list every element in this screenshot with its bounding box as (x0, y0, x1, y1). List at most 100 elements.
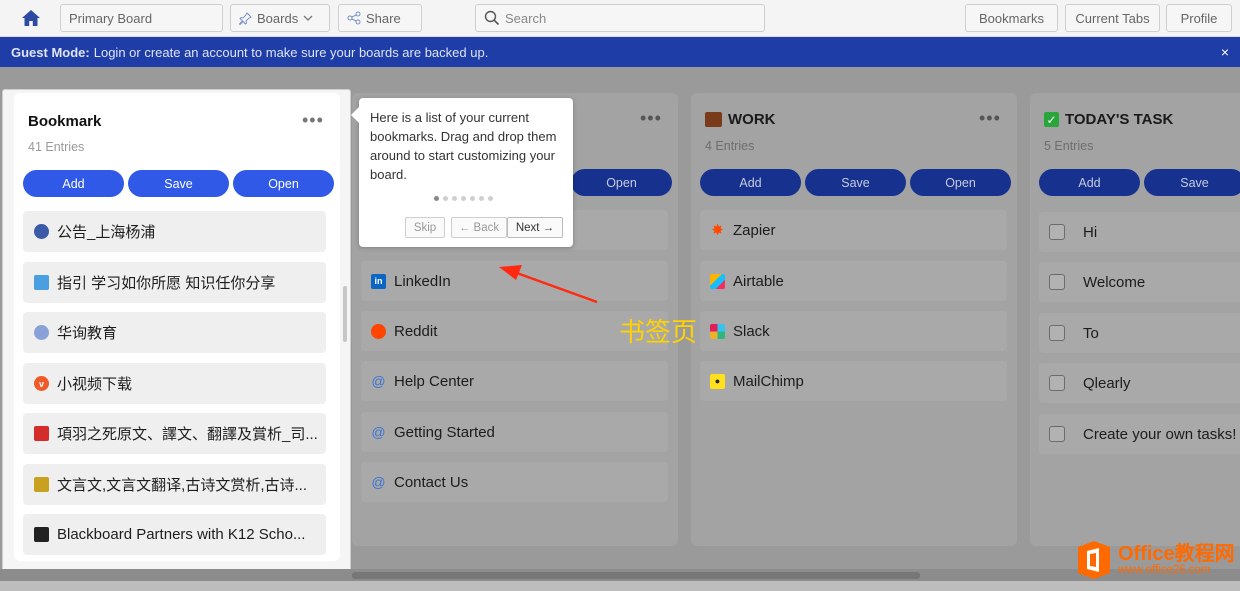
item-label: MailChimp (733, 372, 804, 390)
banner-message[interactable]: Login or create an account to make sure … (94, 45, 489, 60)
item-label: Zapier (733, 221, 776, 239)
list-item[interactable]: Airtable (700, 261, 1007, 301)
pin-icon (239, 11, 252, 25)
next-button[interactable]: Next → (507, 217, 563, 238)
add-button[interactable]: Add (700, 169, 801, 196)
list-item[interactable]: in LinkedIn (361, 261, 668, 301)
open-button[interactable]: Open (233, 170, 334, 197)
task-item[interactable]: Create your own tasks! (1039, 414, 1240, 454)
bookmark-column: Bookmark 41 Entries ••• Add Save Open 公告… (2, 89, 351, 576)
share-icon (347, 11, 361, 25)
task-item[interactable]: Hi (1039, 212, 1240, 252)
step-indicator (434, 196, 493, 201)
task-item[interactable]: To (1039, 313, 1240, 353)
blackboard-favicon (34, 527, 49, 542)
task-checkbox[interactable] (1049, 224, 1065, 240)
task-item[interactable]: Qlearly (1039, 363, 1240, 403)
share-button[interactable]: Share (338, 4, 422, 32)
home-button[interactable] (13, 4, 49, 32)
checkbox-checked-icon: ✓ (1044, 112, 1059, 127)
todays-task-column: ✓ TODAY'S TASK 5 Entries Add Save Hi Wel… (1030, 93, 1240, 546)
bookmark-item[interactable]: 指引 学习如你所愿 知识任你分享 (23, 262, 326, 303)
step-dot (488, 196, 493, 201)
column-title: Bookmark (28, 113, 102, 130)
save-button[interactable]: Save (1144, 169, 1240, 196)
current-tabs-tab[interactable]: Current Tabs (1065, 4, 1160, 32)
step-dot (479, 196, 484, 201)
task-checkbox[interactable] (1049, 426, 1065, 442)
wenyanwen-favicon (34, 477, 49, 492)
reddit-icon (371, 323, 386, 339)
add-button[interactable]: Add (23, 170, 124, 197)
guest-mode-banner: Guest Mode: Login or create an account t… (0, 37, 1240, 67)
step-dot (452, 196, 457, 201)
save-button[interactable]: Save (805, 169, 906, 196)
task-checkbox[interactable] (1049, 274, 1065, 290)
onboarding-tooltip: Here is a list of your current bookmarks… (351, 98, 573, 247)
open-button[interactable]: Open (910, 169, 1011, 196)
mailchimp-icon: ● (710, 373, 725, 389)
search-placeholder: Search (505, 10, 547, 26)
step-dot (470, 196, 475, 201)
home-icon (22, 10, 40, 26)
boards-dropdown[interactable]: Boards (230, 4, 330, 32)
close-icon[interactable]: × (1221, 44, 1229, 60)
column-scrollbar[interactable] (343, 286, 347, 342)
back-button[interactable]: ← Back (451, 217, 507, 238)
task-item[interactable]: Welcome (1039, 262, 1240, 302)
add-button[interactable]: Add (1039, 169, 1140, 196)
bookmark-item[interactable]: v 小视频下载 (23, 363, 326, 404)
column-title: ✓ TODAY'S TASK (1044, 111, 1173, 128)
search-icon (484, 10, 500, 26)
list-item[interactable]: @ Contact Us (361, 462, 668, 502)
bookmarks-tab-label: Bookmarks (978, 10, 1045, 26)
globe-icon (34, 325, 49, 340)
skip-button[interactable]: Skip (405, 217, 445, 238)
video-download-favicon: v (34, 376, 49, 391)
task-label: Hi (1083, 223, 1098, 241)
bookmark-label: 华询教育 (57, 325, 118, 342)
list-item[interactable]: ● MailChimp (700, 361, 1007, 401)
open-button[interactable]: Open (571, 169, 672, 196)
boards-label: Boards (257, 10, 299, 26)
bookmarks-tab[interactable]: Bookmarks (965, 4, 1058, 32)
list-item[interactable]: @ Help Center (361, 361, 668, 401)
profile-tab[interactable]: Profile (1166, 4, 1232, 32)
at-icon: @ (371, 373, 386, 389)
list-item[interactable]: @ Getting Started (361, 412, 668, 452)
board-scrollbar-thumb[interactable] (352, 572, 920, 579)
board-scrollbar[interactable] (0, 569, 1240, 581)
task-checkbox[interactable] (1049, 375, 1065, 391)
bookmark-item[interactable]: 文言文,文言文翻译,古诗文赏析,古诗... (23, 464, 326, 505)
bookmark-item[interactable]: 华询教育 (23, 312, 326, 353)
entries-count: 4 Entries (705, 139, 755, 153)
bookmark-item[interactable]: 項羽之死原文、譯文、翻譯及賞析_司... (23, 413, 326, 454)
share-label: Share (366, 10, 401, 26)
step-dot (461, 196, 466, 201)
board-name-field[interactable]: Primary Board (60, 4, 223, 32)
at-icon: @ (371, 474, 386, 490)
current-tabs-label: Current Tabs (1075, 10, 1150, 26)
list-item[interactable]: Slack (700, 311, 1007, 351)
column-title: WORK (705, 111, 776, 128)
entries-count: 5 Entries (1044, 139, 1094, 153)
annotation-label: 书签页 (619, 318, 698, 348)
bookmark-column-inner: Bookmark 41 Entries ••• Add Save Open 公告… (14, 93, 340, 561)
search-input[interactable]: Search (475, 4, 765, 32)
bookmark-item[interactable]: Blackboard Partners with K12 Scho... (23, 514, 326, 555)
task-checkbox[interactable] (1049, 325, 1065, 341)
gushiwen-favicon (34, 426, 49, 441)
save-button[interactable]: Save (128, 170, 229, 197)
column-menu-icon[interactable]: ••• (979, 109, 1001, 127)
column-menu-icon[interactable]: ••• (640, 109, 662, 127)
at-icon: @ (371, 424, 386, 440)
bookmark-item[interactable]: 公告_上海杨浦 (23, 211, 326, 252)
column-menu-icon[interactable]: ••• (302, 111, 324, 129)
board-name: Primary Board (69, 10, 153, 26)
item-label: Airtable (733, 272, 784, 290)
item-label: LinkedIn (394, 272, 451, 290)
watermark-url: www.office26.com (1118, 563, 1211, 576)
list-item[interactable]: ✸ Zapier (700, 210, 1007, 250)
yangpu-favicon (34, 224, 49, 239)
item-label: Slack (733, 322, 770, 340)
